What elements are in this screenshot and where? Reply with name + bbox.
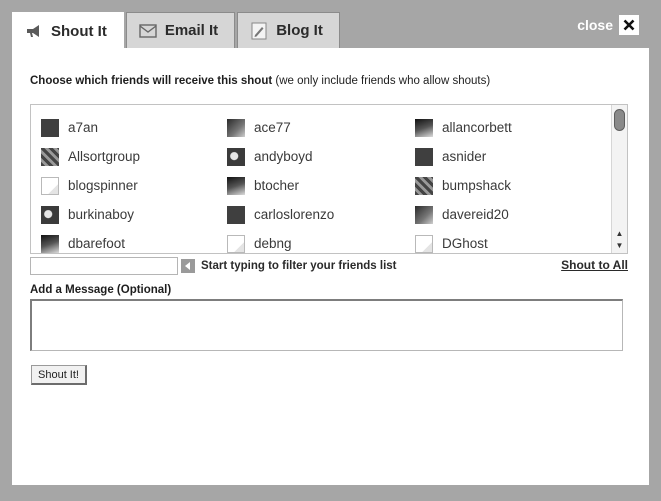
- friend-item[interactable]: andyboyd: [227, 142, 415, 171]
- friend-name: a7an: [68, 120, 99, 135]
- avatar: [41, 234, 59, 253]
- filter-row: Start typing to filter your friends list…: [30, 257, 628, 277]
- friend-name: dbarefoot: [68, 236, 126, 251]
- avatar: [41, 118, 59, 137]
- friend-item[interactable]: btocher: [227, 171, 415, 200]
- friend-item[interactable]: allancorbett: [415, 113, 601, 142]
- friends-list-box: a7an ace77 allancorbett Allsortgroup andyboy…: [30, 104, 628, 254]
- close-label: close: [577, 17, 613, 33]
- avatar: [227, 176, 245, 195]
- friend-item[interactable]: burkinaboy: [41, 200, 227, 229]
- megaphone-icon: [25, 22, 43, 40]
- default-avatar-icon: [227, 234, 245, 253]
- friend-name: asnider: [442, 149, 487, 164]
- friend-name: blogspinner: [68, 178, 138, 193]
- envelope-icon: [139, 22, 157, 40]
- friend-item[interactable]: Allsortgroup: [41, 142, 227, 171]
- friend-item[interactable]: carloslorenzo: [227, 200, 415, 229]
- tab-label: Shout It: [51, 22, 107, 40]
- message-label: Add a Message (Optional): [30, 284, 172, 296]
- avatar: [227, 147, 245, 166]
- friend-item[interactable]: blogspinner: [41, 171, 227, 200]
- message-textarea[interactable]: [30, 299, 623, 351]
- tab-email-it[interactable]: Email It: [125, 12, 236, 48]
- instructions-bold: Choose which friends will receive this s…: [30, 75, 273, 87]
- shout-it-button[interactable]: Shout It!: [31, 365, 87, 385]
- friend-name: carloslorenzo: [254, 207, 335, 222]
- friend-name: btocher: [254, 178, 300, 193]
- avatar: [41, 147, 59, 166]
- tab-bar: Shout It Email It Blog It: [12, 12, 342, 49]
- tab-shout-it[interactable]: Shout It: [12, 12, 124, 49]
- friend-item[interactable]: DGhost: [415, 229, 601, 258]
- friend-item[interactable]: debng: [227, 229, 415, 258]
- filter-input[interactable]: [30, 257, 178, 275]
- friend-name: bumpshack: [442, 178, 512, 193]
- friend-item[interactable]: asnider: [415, 142, 601, 171]
- friend-name: debng: [254, 236, 292, 251]
- avatar: [415, 176, 433, 195]
- friend-name: davereid20: [442, 207, 509, 222]
- friend-name: Allsortgroup: [68, 149, 141, 164]
- avatar: [41, 205, 59, 224]
- filter-hint: Start typing to filter your friends list: [201, 260, 397, 272]
- tab-label: Blog It: [276, 22, 323, 39]
- avatar: [415, 118, 433, 137]
- friend-name: allancorbett: [442, 120, 512, 135]
- friends-grid: a7an ace77 allancorbett Allsortgroup andyboy…: [41, 113, 611, 258]
- friend-name: burkinaboy: [68, 207, 135, 222]
- shout-panel: Choose which friends will receive this s…: [12, 48, 649, 485]
- scroll-up-arrow-icon[interactable]: ▲: [614, 227, 625, 239]
- friend-name: DGhost: [442, 236, 488, 251]
- friend-item[interactable]: bumpshack: [415, 171, 601, 200]
- shout-to-all-link[interactable]: Shout to All: [561, 258, 628, 272]
- blog-pencil-icon: [250, 22, 268, 40]
- friend-item[interactable]: davereid20: [415, 200, 601, 229]
- instructions: Choose which friends will receive this s…: [30, 75, 490, 87]
- avatar: [415, 147, 433, 166]
- scrollbar-thumb[interactable]: [614, 109, 625, 131]
- close-button[interactable]: close: [577, 15, 639, 35]
- share-dialog: Shout It Email It Blog It close Choose w…: [0, 0, 661, 501]
- scroll-down-arrow-icon[interactable]: ▼: [614, 239, 625, 251]
- friend-name: ace77: [254, 120, 291, 135]
- friend-name: andyboyd: [254, 149, 313, 164]
- tab-label: Email It: [164, 22, 219, 39]
- default-avatar-icon: [415, 234, 433, 253]
- friend-item[interactable]: ace77: [227, 113, 415, 142]
- default-avatar-icon: [41, 176, 59, 195]
- avatar: [227, 205, 245, 224]
- avatar: [415, 205, 433, 224]
- left-arrow-icon: [181, 259, 195, 273]
- avatar: [227, 118, 245, 137]
- friends-scrollbar[interactable]: ▲ ▼: [611, 105, 627, 253]
- instructions-note: (we only include friends who allow shout…: [272, 75, 491, 87]
- friend-item[interactable]: a7an: [41, 113, 227, 142]
- tab-blog-it[interactable]: Blog It: [237, 12, 340, 48]
- close-icon: [619, 15, 639, 35]
- friend-item[interactable]: dbarefoot: [41, 229, 227, 258]
